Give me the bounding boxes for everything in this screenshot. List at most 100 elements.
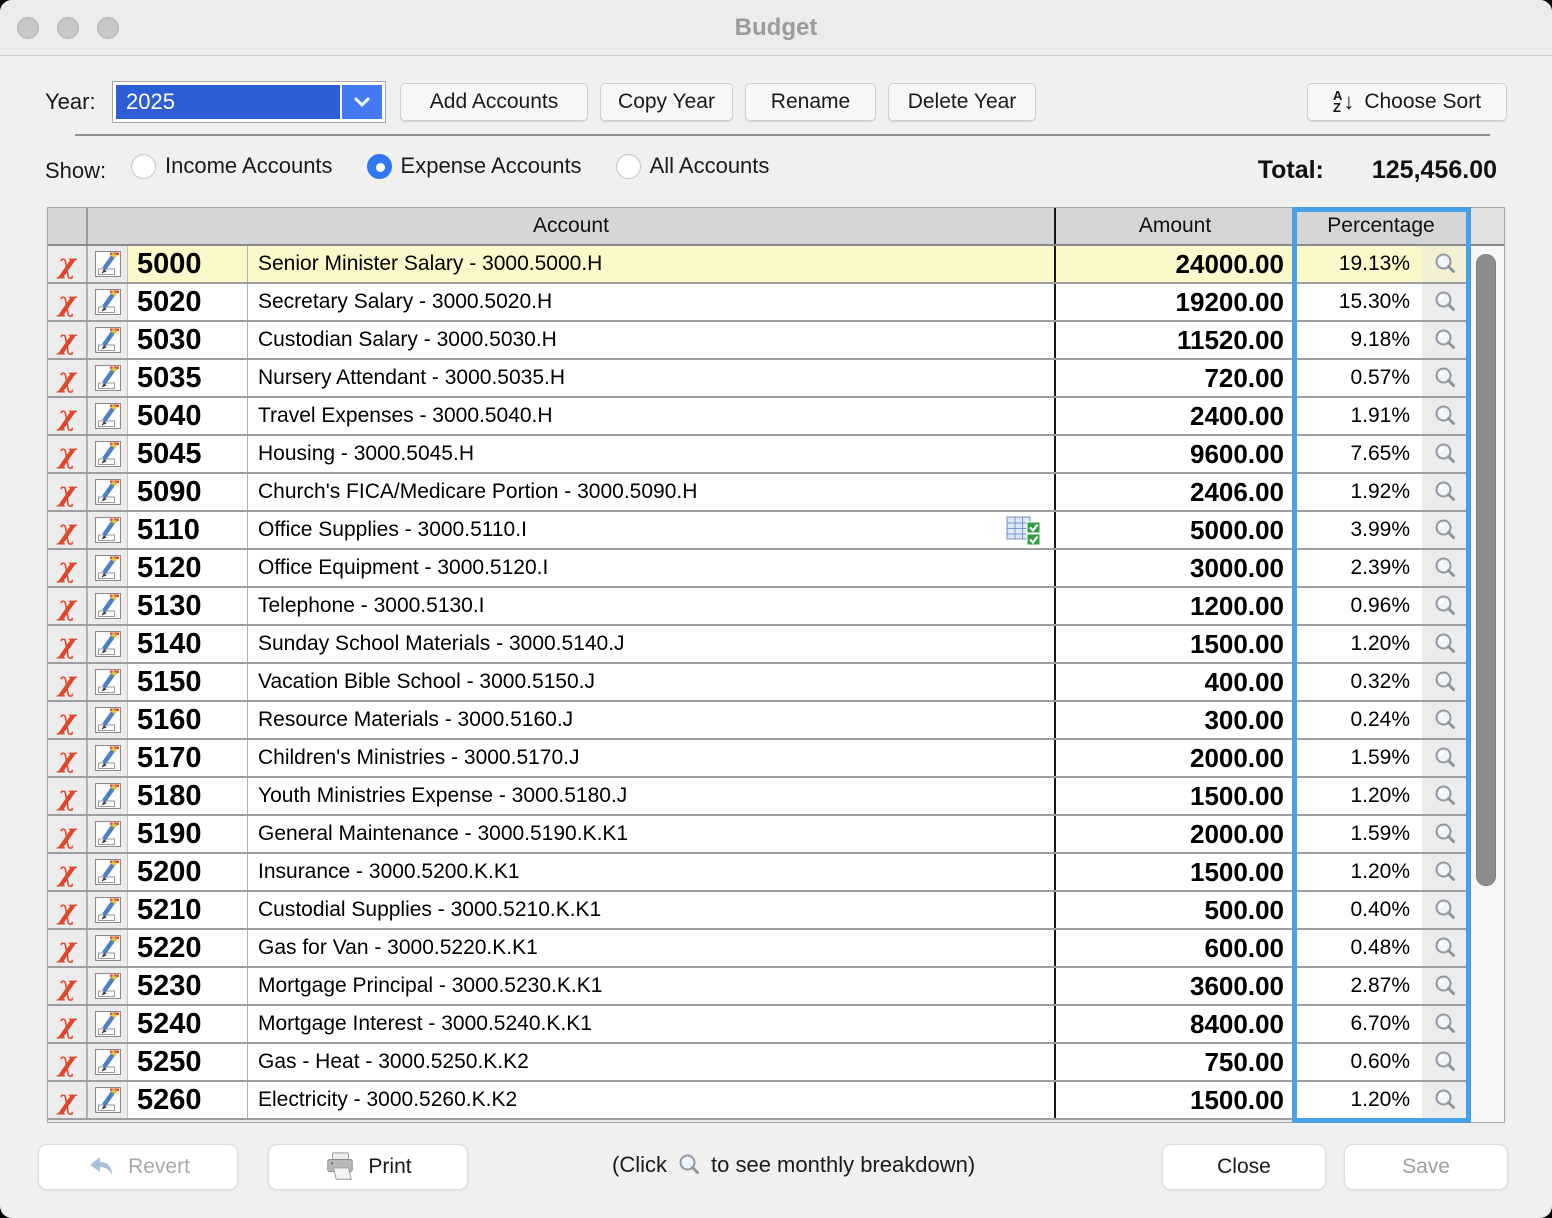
delete-account-cell[interactable]: χ bbox=[48, 968, 88, 1004]
magnifier-cell[interactable] bbox=[1422, 816, 1468, 852]
delete-x-icon[interactable]: χ bbox=[58, 707, 76, 734]
delete-x-icon[interactable]: χ bbox=[58, 973, 76, 1000]
delete-x-icon[interactable]: χ bbox=[58, 327, 76, 354]
amount-value[interactable]: 3000.00 bbox=[1054, 550, 1294, 586]
magnifier-cell[interactable] bbox=[1422, 1006, 1468, 1042]
magnifier-icon[interactable] bbox=[1432, 289, 1458, 315]
delete-x-icon[interactable]: χ bbox=[58, 517, 76, 544]
year-select[interactable]: 2025 bbox=[112, 81, 386, 123]
magnifier-icon[interactable] bbox=[1432, 783, 1458, 809]
edit-account-cell[interactable] bbox=[88, 1082, 128, 1118]
delete-x-icon[interactable]: χ bbox=[58, 479, 76, 506]
delete-x-icon[interactable]: χ bbox=[58, 403, 76, 430]
add-accounts-button[interactable]: Add Accounts bbox=[400, 83, 588, 121]
radio-icon[interactable] bbox=[616, 154, 641, 179]
magnifier-icon[interactable] bbox=[1432, 1087, 1458, 1113]
delete-account-cell[interactable]: χ bbox=[48, 1082, 88, 1118]
magnifier-cell[interactable] bbox=[1422, 778, 1468, 814]
delete-x-icon[interactable]: χ bbox=[58, 745, 76, 772]
delete-account-cell[interactable]: χ bbox=[48, 930, 88, 966]
print-button[interactable]: Print bbox=[268, 1144, 468, 1190]
delete-account-cell[interactable]: χ bbox=[48, 284, 88, 320]
magnifier-icon[interactable] bbox=[1432, 707, 1458, 733]
delete-account-cell[interactable]: χ bbox=[48, 398, 88, 434]
account-name-cell[interactable]: Church's FICA/Medicare Portion - 3000.50… bbox=[248, 474, 1054, 510]
amount-value[interactable]: 19200.00 bbox=[1054, 284, 1294, 320]
account-name-cell[interactable]: Mortgage Principal - 3000.5230.K.K1 bbox=[248, 968, 1054, 1004]
amount-value[interactable]: 3600.00 bbox=[1054, 968, 1294, 1004]
amount-value[interactable]: 750.00 bbox=[1054, 1044, 1294, 1080]
amount-value[interactable]: 1500.00 bbox=[1054, 778, 1294, 814]
magnifier-icon[interactable] bbox=[1432, 365, 1458, 391]
magnifier-cell[interactable] bbox=[1422, 930, 1468, 966]
delete-account-cell[interactable]: χ bbox=[48, 854, 88, 890]
delete-account-cell[interactable]: χ bbox=[48, 892, 88, 928]
magnifier-cell[interactable] bbox=[1422, 322, 1468, 358]
delete-account-cell[interactable]: χ bbox=[48, 626, 88, 662]
amount-value[interactable]: 600.00 bbox=[1054, 930, 1294, 966]
magnifier-icon[interactable] bbox=[1432, 669, 1458, 695]
magnifier-icon[interactable] bbox=[1432, 517, 1458, 543]
magnifier-cell[interactable] bbox=[1422, 588, 1468, 624]
account-name-cell[interactable]: Office Equipment - 3000.5120.I bbox=[248, 550, 1054, 586]
delete-x-icon[interactable]: χ bbox=[58, 631, 76, 658]
radio-icon[interactable] bbox=[367, 154, 392, 179]
edit-account-cell[interactable] bbox=[88, 360, 128, 396]
edit-account-cell[interactable] bbox=[88, 740, 128, 776]
magnifier-icon[interactable] bbox=[1432, 593, 1458, 619]
magnifier-cell[interactable] bbox=[1422, 702, 1468, 738]
magnifier-icon[interactable] bbox=[1432, 1049, 1458, 1075]
magnifier-icon[interactable] bbox=[1432, 403, 1458, 429]
magnifier-icon[interactable] bbox=[1432, 631, 1458, 657]
amount-value[interactable]: 400.00 bbox=[1054, 664, 1294, 700]
amount-value[interactable]: 2000.00 bbox=[1054, 740, 1294, 776]
account-name-cell[interactable]: Insurance - 3000.5200.K.K1 bbox=[248, 854, 1054, 890]
radio-expense-accounts[interactable]: Expense Accounts bbox=[367, 153, 582, 179]
edit-account-cell[interactable] bbox=[88, 474, 128, 510]
amount-value[interactable]: 1500.00 bbox=[1054, 854, 1294, 890]
magnifier-icon[interactable] bbox=[1432, 859, 1458, 885]
delete-x-icon[interactable]: χ bbox=[58, 441, 76, 468]
amount-value[interactable]: 9600.00 bbox=[1054, 436, 1294, 472]
delete-account-cell[interactable]: χ bbox=[48, 702, 88, 738]
magnifier-cell[interactable] bbox=[1422, 1044, 1468, 1080]
radio-icon[interactable] bbox=[131, 154, 156, 179]
edit-account-cell[interactable] bbox=[88, 398, 128, 434]
magnifier-cell[interactable] bbox=[1422, 436, 1468, 472]
delete-account-cell[interactable]: χ bbox=[48, 474, 88, 510]
revert-button[interactable]: Revert bbox=[38, 1144, 238, 1190]
delete-x-icon[interactable]: χ bbox=[58, 783, 76, 810]
radio-all-accounts[interactable]: All Accounts bbox=[616, 153, 770, 179]
magnifier-cell[interactable] bbox=[1422, 398, 1468, 434]
amount-value[interactable]: 24000.00 bbox=[1054, 246, 1294, 282]
magnifier-cell[interactable] bbox=[1422, 968, 1468, 1004]
delete-account-cell[interactable]: χ bbox=[48, 740, 88, 776]
amount-value[interactable]: 2400.00 bbox=[1054, 398, 1294, 434]
edit-account-cell[interactable] bbox=[88, 550, 128, 586]
magnifier-icon[interactable] bbox=[1432, 935, 1458, 961]
amount-value[interactable]: 8400.00 bbox=[1054, 1006, 1294, 1042]
account-name-cell[interactable]: Custodian Salary - 3000.5030.H bbox=[248, 322, 1054, 358]
magnifier-icon[interactable] bbox=[1432, 479, 1458, 505]
account-name-cell[interactable]: Housing - 3000.5045.H bbox=[248, 436, 1054, 472]
delete-account-cell[interactable]: χ bbox=[48, 1044, 88, 1080]
delete-account-cell[interactable]: χ bbox=[48, 664, 88, 700]
amount-value[interactable]: 720.00 bbox=[1054, 360, 1294, 396]
account-name-cell[interactable]: General Maintenance - 3000.5190.K.K1 bbox=[248, 816, 1054, 852]
edit-account-cell[interactable] bbox=[88, 626, 128, 662]
delete-year-button[interactable]: Delete Year bbox=[888, 83, 1036, 121]
edit-account-cell[interactable] bbox=[88, 436, 128, 472]
radio-income-accounts[interactable]: Income Accounts bbox=[131, 153, 333, 179]
magnifier-cell[interactable] bbox=[1422, 664, 1468, 700]
magnifier-cell[interactable] bbox=[1422, 854, 1468, 890]
delete-account-cell[interactable]: χ bbox=[48, 778, 88, 814]
account-name-cell[interactable]: Senior Minister Salary - 3000.5000.H bbox=[248, 246, 1054, 282]
magnifier-icon[interactable] bbox=[1432, 745, 1458, 771]
save-button[interactable]: Save bbox=[1344, 1144, 1508, 1190]
delete-account-cell[interactable]: χ bbox=[48, 360, 88, 396]
vertical-scrollbar[interactable] bbox=[1468, 246, 1504, 1122]
amount-value[interactable]: 1200.00 bbox=[1054, 588, 1294, 624]
account-name-cell[interactable]: Office Supplies - 3000.5110.I bbox=[248, 512, 1054, 548]
magnifier-cell[interactable] bbox=[1422, 550, 1468, 586]
amount-value[interactable]: 2000.00 bbox=[1054, 816, 1294, 852]
